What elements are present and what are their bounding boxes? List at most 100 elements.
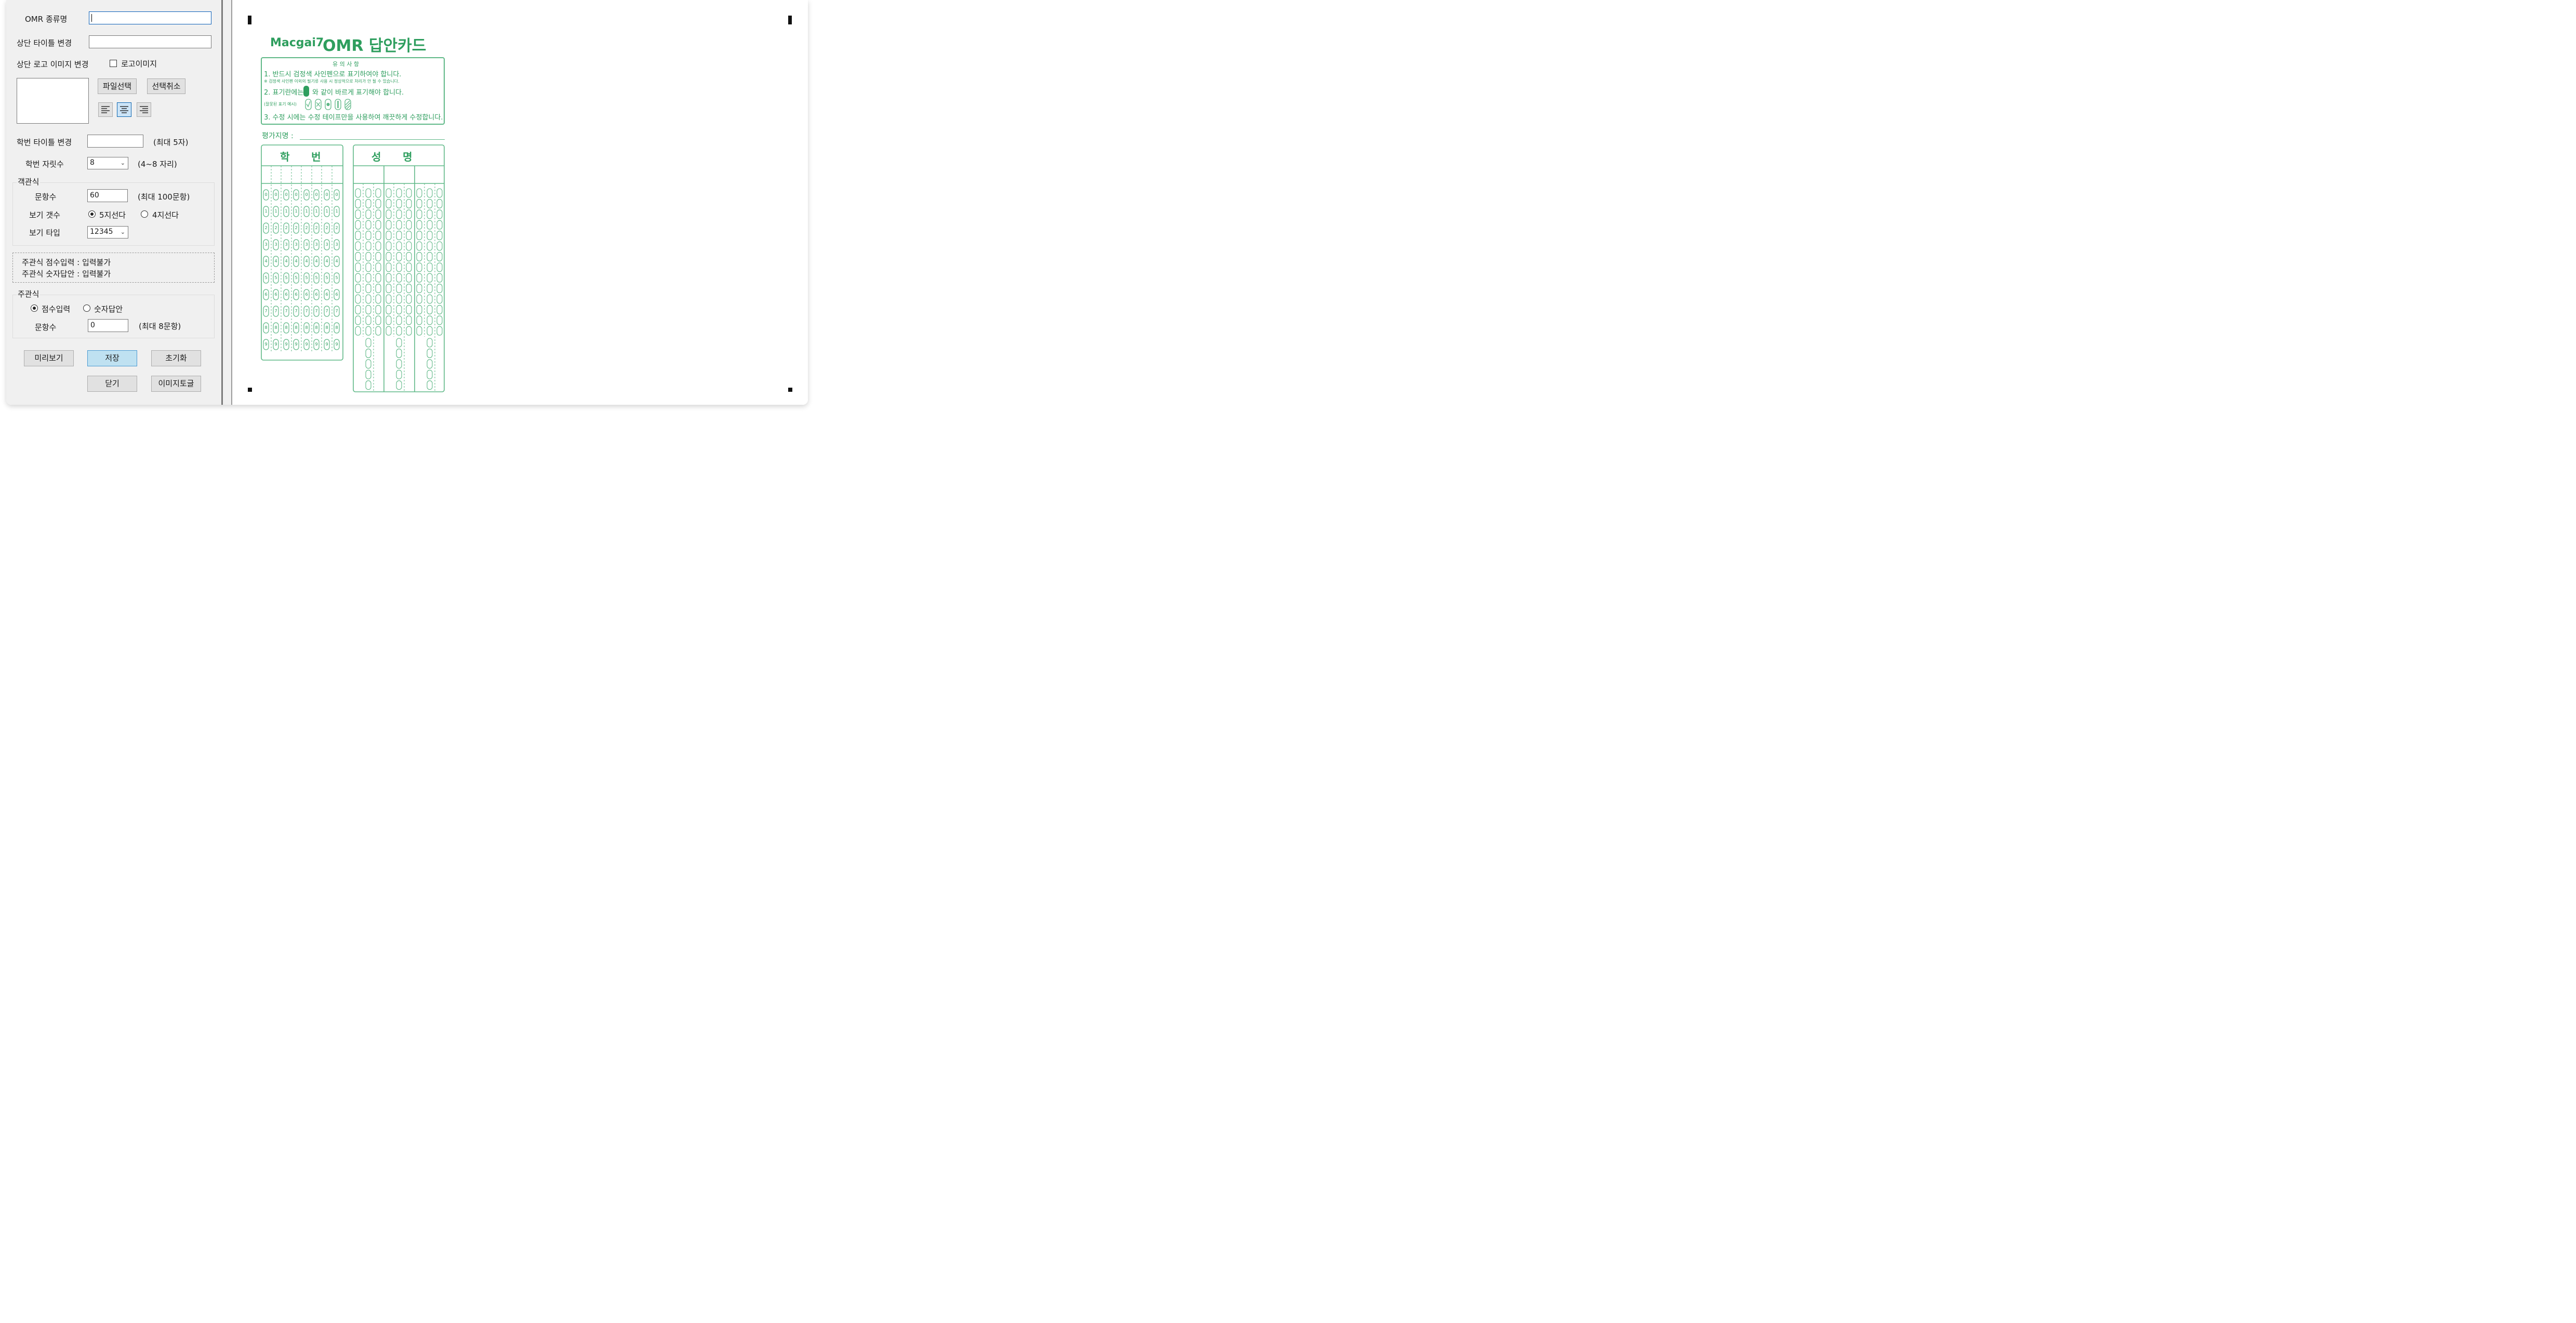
bubble-digit: 8 bbox=[264, 325, 268, 330]
bubble-digit: 6 bbox=[305, 292, 308, 297]
name-bubble bbox=[406, 252, 412, 261]
file-select-button[interactable]: 파일선택 bbox=[98, 78, 137, 94]
close-button[interactable]: 닫기 bbox=[87, 376, 137, 392]
omr-card-preview: Macgai7 OMR 답안카드 유 의 사 항 1. 반드시 검정색 사인펜으… bbox=[231, 0, 808, 405]
bubble-digit: 3 bbox=[315, 242, 318, 247]
name-bubble bbox=[416, 220, 422, 230]
subjective-count-input[interactable]: 0 bbox=[88, 319, 128, 332]
name-bubble bbox=[406, 284, 412, 294]
bubble-digit: 9 bbox=[295, 342, 298, 347]
name-bubble bbox=[427, 348, 433, 358]
name-bubble bbox=[355, 188, 361, 198]
name-bubble bbox=[436, 220, 443, 230]
bubble-digit: 8 bbox=[305, 325, 308, 330]
name-bubble bbox=[406, 305, 412, 314]
name-bubble bbox=[427, 188, 433, 198]
bubble-digit: 3 bbox=[325, 242, 328, 247]
bubble-digit: 3 bbox=[274, 242, 277, 247]
name-bubble bbox=[416, 326, 422, 336]
name-bubble bbox=[365, 273, 371, 283]
choice5-radio[interactable] bbox=[88, 210, 96, 218]
save-button[interactable]: 저장 bbox=[87, 350, 137, 366]
bubble-digit: 7 bbox=[335, 309, 338, 313]
name-bubble bbox=[375, 252, 381, 261]
bubble-digit: 1 bbox=[285, 209, 288, 214]
objective-count-input[interactable]: 60 bbox=[87, 189, 128, 202]
digits-select[interactable]: 8 ⌄ bbox=[87, 157, 128, 169]
bubble-digit: 6 bbox=[274, 292, 277, 297]
top-title-input[interactable] bbox=[89, 35, 211, 48]
subjective-group-title: 주관식 bbox=[17, 288, 41, 299]
name-bubble bbox=[386, 231, 392, 241]
bubble-digit: 9 bbox=[285, 342, 288, 347]
bubble-digit: 4 bbox=[305, 259, 308, 263]
student-title-input[interactable] bbox=[87, 135, 143, 148]
bubble-digit: 5 bbox=[315, 275, 318, 280]
type-select[interactable]: 12345 ⌄ bbox=[87, 226, 128, 239]
chevron-down-icon: ⌄ bbox=[120, 229, 125, 235]
bubble-digit: 1 bbox=[274, 209, 277, 214]
name-bubble bbox=[396, 284, 402, 294]
digits-label: 학번 자릿수 bbox=[25, 160, 64, 169]
name-bubble bbox=[386, 199, 392, 208]
note-2: 2. 표기란에는 bbox=[264, 89, 304, 97]
bubble-digit: 9 bbox=[335, 342, 338, 347]
name-bubble bbox=[375, 231, 381, 241]
objective-group-title: 객관식 bbox=[17, 176, 41, 187]
name-bubble bbox=[355, 262, 361, 272]
name-bubble bbox=[436, 294, 443, 304]
name-bubble bbox=[375, 294, 381, 304]
name-bubble bbox=[436, 284, 443, 294]
bubble-digit: 4 bbox=[315, 259, 318, 263]
notice-score-input: 주관식 점수입력 : 입력불가 bbox=[22, 258, 111, 267]
reset-button[interactable]: 초기화 bbox=[151, 350, 201, 366]
name-bubble bbox=[365, 252, 371, 261]
align-left-button[interactable] bbox=[98, 102, 113, 117]
number-answer-radio[interactable] bbox=[83, 305, 90, 312]
bubble-digit: 3 bbox=[305, 242, 308, 247]
name-bubble bbox=[386, 315, 392, 325]
name-bubble bbox=[416, 305, 422, 314]
choice5-label: 5지선다 bbox=[99, 210, 126, 220]
bubble-digit: 0 bbox=[285, 192, 288, 197]
name-bubble bbox=[355, 305, 361, 314]
score-input-radio[interactable] bbox=[31, 305, 38, 312]
name-bubble bbox=[416, 284, 422, 294]
name-bubble bbox=[396, 305, 402, 314]
name-bubble bbox=[416, 241, 422, 251]
name-bubble bbox=[375, 305, 381, 314]
name-bubble bbox=[406, 209, 412, 219]
bubble-digit: 0 bbox=[325, 192, 328, 197]
align-center-button[interactable] bbox=[117, 102, 131, 117]
name-bubble bbox=[416, 188, 422, 198]
name-bubble bbox=[436, 262, 443, 272]
preview-panel: Macgai7 OMR 답안카드 유 의 사 항 1. 반드시 검정색 사인펜으… bbox=[223, 0, 808, 405]
bubble-digit: 2 bbox=[325, 226, 328, 230]
image-to-text-button[interactable]: 이미지토글 bbox=[151, 376, 201, 392]
name-bubble bbox=[365, 305, 371, 314]
name-bubble bbox=[416, 315, 422, 325]
name-bubble bbox=[436, 326, 443, 336]
wrong-example-label: (잘못된 표기 예시) bbox=[264, 102, 297, 107]
bubble-digit: 8 bbox=[315, 325, 318, 330]
name-bubble bbox=[427, 252, 433, 261]
name-bubble bbox=[436, 241, 443, 251]
preview-button[interactable]: 미리보기 bbox=[24, 350, 74, 366]
subjective-count-label: 문항수 bbox=[35, 323, 57, 332]
objective-count-hint: (최대 100문항) bbox=[138, 192, 190, 202]
logo-image-preview bbox=[17, 78, 89, 124]
name-bubble bbox=[416, 294, 422, 304]
omr-type-input[interactable] bbox=[89, 11, 211, 24]
name-bubble bbox=[427, 338, 433, 348]
name-bubble bbox=[355, 231, 361, 241]
select-cancel-button[interactable]: 선택취소 bbox=[147, 78, 185, 94]
choice4-radio[interactable] bbox=[141, 210, 148, 218]
align-right-button[interactable] bbox=[137, 102, 151, 117]
score-input-label: 점수입력 bbox=[42, 305, 71, 314]
name-bubble bbox=[365, 188, 371, 198]
bubble-digit: 1 bbox=[264, 209, 268, 214]
bubble-digit: 5 bbox=[335, 275, 338, 280]
bubble-digit: 0 bbox=[274, 192, 277, 197]
logo-checkbox[interactable] bbox=[110, 60, 117, 67]
number-answer-label: 숫자답안 bbox=[94, 305, 123, 314]
